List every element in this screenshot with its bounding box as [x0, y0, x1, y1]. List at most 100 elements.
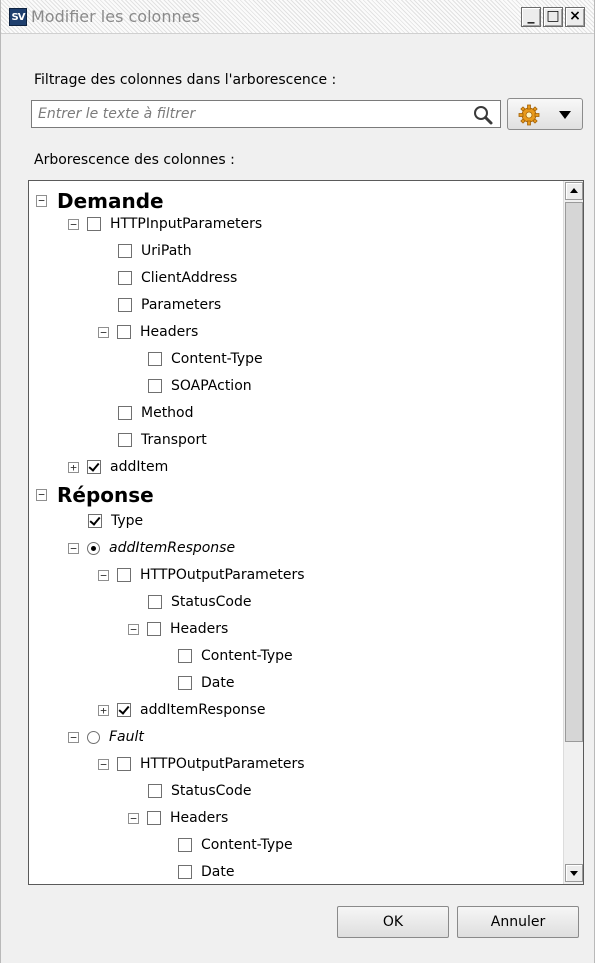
options-button[interactable] [507, 98, 583, 130]
tree-item-label: StatusCode [171, 594, 252, 610]
tree-item-label: SOAPAction [171, 378, 252, 394]
minimize-button[interactable]: _ [521, 7, 541, 27]
tree-item-transport[interactable]: Transport [118, 429, 207, 451]
checkbox[interactable] [118, 271, 132, 285]
tree-item-date[interactable]: Date [178, 672, 234, 694]
tree-item-label: Content-Type [201, 837, 293, 853]
tree-item-label: addItemResponse [109, 540, 236, 556]
checkbox[interactable] [178, 676, 192, 690]
tree-section-request[interactable]: − Demande [36, 189, 164, 213]
tree-item-status-code[interactable]: StatusCode [148, 591, 251, 613]
tree-item-label: Fault [109, 729, 144, 745]
radio[interactable] [87, 730, 100, 744]
tree-item-label: Headers [170, 810, 229, 826]
tree-item-label: Transport [141, 432, 207, 448]
checkbox[interactable] [148, 595, 162, 609]
expand-icon[interactable]: + [68, 461, 79, 473]
tree-section-response[interactable]: − Réponse [36, 483, 154, 507]
search-icon[interactable] [472, 104, 494, 126]
tree-item-http-input-params[interactable]: − HTTPInputParameters [68, 213, 262, 235]
checkbox[interactable] [148, 379, 162, 393]
tree-item-label: StatusCode [171, 783, 252, 799]
title-bar[interactable]: SV Modifier les colonnes _ □ × [1, 0, 594, 34]
tree-item-add-item[interactable]: + addItem [68, 456, 168, 478]
tree-item-label: Method [141, 405, 194, 421]
checkbox[interactable] [117, 325, 131, 339]
tree-item-headers[interactable]: − Headers [98, 321, 198, 343]
tree-item-label: addItem [110, 459, 169, 475]
tree-item-content-type-fault[interactable]: Content-Type [178, 834, 293, 856]
checkbox-checked[interactable] [117, 703, 131, 717]
collapse-icon[interactable]: − [36, 195, 47, 207]
checkbox[interactable] [118, 406, 132, 420]
maximize-button[interactable]: □ [543, 7, 563, 27]
close-button[interactable]: × [565, 7, 585, 27]
tree-item-headers-out[interactable]: − Headers [128, 618, 228, 640]
checkbox[interactable] [178, 649, 192, 663]
checkbox[interactable] [118, 433, 132, 447]
tree-label: Arborescence des colonnes : [34, 152, 235, 168]
checkbox[interactable] [87, 217, 101, 231]
tree-item-type[interactable]: Type [88, 510, 143, 532]
checkbox[interactable] [117, 757, 131, 771]
checkbox[interactable] [178, 838, 192, 852]
scroll-up-button[interactable] [565, 182, 583, 200]
tree-item-soap-action[interactable]: SOAPAction [148, 375, 252, 397]
collapse-icon[interactable]: − [68, 731, 79, 743]
ok-button[interactable]: OK [337, 906, 449, 938]
dialog-window: SV Modifier les colonnes _ □ × Filtrage … [0, 0, 595, 963]
app-icon: SV [9, 8, 27, 26]
tree-item-add-item-response[interactable]: + addItemResponse [98, 699, 265, 721]
tree-item-label: Headers [170, 621, 229, 637]
tree-item-label: Type [111, 513, 144, 529]
checkbox[interactable] [178, 865, 192, 879]
collapse-icon[interactable]: − [98, 569, 109, 581]
checkbox[interactable] [118, 244, 132, 258]
collapse-icon[interactable]: − [98, 326, 109, 338]
expand-icon[interactable]: + [98, 704, 109, 716]
tree-item-http-output-params-fault[interactable]: − HTTPOutputParameters [98, 753, 305, 775]
scroll-thumb[interactable] [565, 202, 583, 742]
arrow-up-icon [570, 188, 578, 193]
checkbox-checked[interactable] [88, 514, 102, 528]
checkbox[interactable] [147, 622, 161, 636]
collapse-icon[interactable]: − [98, 758, 109, 770]
tree-item-content-type-out[interactable]: Content-Type [178, 645, 293, 667]
tree-item-fault[interactable]: − Fault [68, 726, 144, 748]
tree-item-headers-fault[interactable]: − Headers [128, 807, 228, 829]
filter-box[interactable] [31, 100, 501, 128]
checkbox[interactable] [118, 298, 132, 312]
checkbox[interactable] [147, 811, 161, 825]
filter-input[interactable] [36, 104, 466, 124]
checkbox[interactable] [148, 784, 162, 798]
collapse-icon[interactable]: − [128, 623, 139, 635]
tree-item-label: addItemResponse [140, 702, 266, 718]
filter-label: Filtrage des colonnes dans l'arborescenc… [34, 72, 337, 88]
tree-item-add-item-response-choice[interactable]: − addItemResponse [68, 537, 235, 559]
tree-item-status-code-fault[interactable]: StatusCode [148, 780, 251, 802]
tree-item-uri-path[interactable]: UriPath [118, 240, 192, 262]
collapse-icon[interactable]: − [36, 489, 47, 501]
tree-item-label: Headers [140, 324, 199, 340]
checkbox-checked[interactable] [87, 460, 101, 474]
vertical-scrollbar[interactable] [563, 181, 583, 884]
tree-item-label: UriPath [141, 243, 192, 259]
collapse-icon[interactable]: − [128, 812, 139, 824]
radio-selected[interactable] [87, 541, 100, 555]
tree-item-method[interactable]: Method [118, 402, 194, 424]
checkbox[interactable] [148, 352, 162, 366]
tree-item-parameters[interactable]: Parameters [118, 294, 221, 316]
tree-item-content-type[interactable]: Content-Type [148, 348, 263, 370]
tree-item-label: Content-Type [201, 648, 293, 664]
tree-item-http-output-params[interactable]: − HTTPOutputParameters [98, 564, 305, 586]
cancel-button[interactable]: Annuler [457, 906, 579, 938]
collapse-icon[interactable]: − [68, 218, 79, 230]
checkbox[interactable] [117, 568, 131, 582]
collapse-icon[interactable]: − [68, 542, 79, 554]
column-tree[interactable]: − Demande − HTTPInputParameters UriPath … [28, 180, 584, 885]
tree-item-date-fault[interactable]: Date [178, 861, 234, 883]
tree-item-label: Date [201, 675, 235, 691]
section-label-request: Demande [57, 189, 164, 213]
scroll-down-button[interactable] [565, 864, 583, 882]
tree-item-client-address[interactable]: ClientAddress [118, 267, 237, 289]
